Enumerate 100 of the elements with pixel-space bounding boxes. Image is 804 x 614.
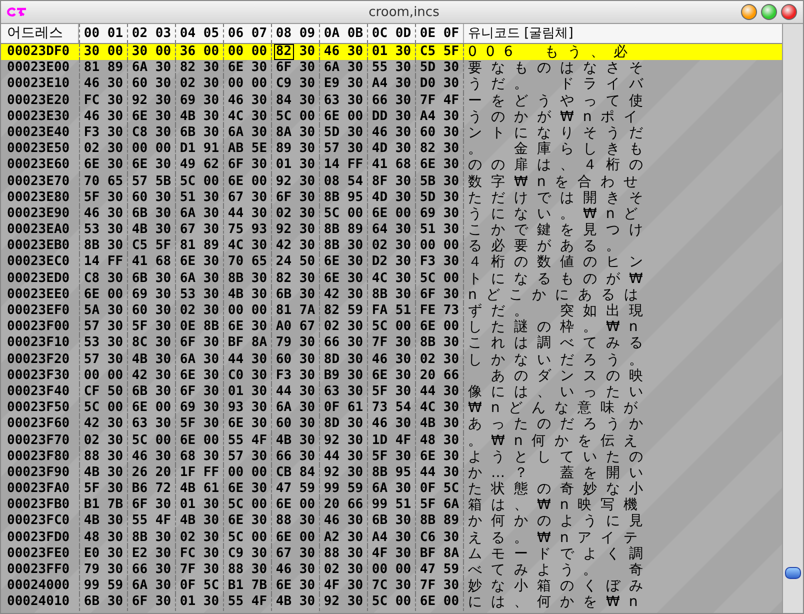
hex-cell[interactable]: 30 [130,45,149,59]
hex-cell[interactable]: 30 [394,546,412,561]
hex-row[interactable]: 00023E00 81 89 6A 30 82 30 6E 30 6F 30 6A 30 55 30 5D 30 要なものはなさそ [1,60,782,76]
hex-cell[interactable]: 0E [178,320,197,334]
hex-cell[interactable]: 30 [346,336,364,350]
hex-cell[interactable]: 30 [250,61,268,76]
hex-cell[interactable]: 46 [82,77,101,92]
hex-cell[interactable]: 55 [130,514,149,528]
hex-cell[interactable]: 30 [106,158,124,172]
hex-cell[interactable]: 46 [274,563,293,577]
hex-cell[interactable]: 4B [274,595,293,610]
hex-cell[interactable]: 99 [370,498,389,512]
hex-cell[interactable]: 30 [346,239,364,254]
hex-cell[interactable]: 6E [418,158,437,172]
hex-cell[interactable]: 30 [298,223,316,238]
hex-cell[interactable]: 00 [154,401,172,416]
hex-cell[interactable]: 4D [370,190,389,205]
hex-cell[interactable]: 6E [130,401,149,416]
hex-cell[interactable]: 46 [82,206,101,221]
hex-cell[interactable]: 46 [82,110,101,124]
hex-cell[interactable]: 30 [154,158,172,172]
hex-cell[interactable]: 30 [442,336,460,350]
hex-cell[interactable]: 30 [106,466,124,480]
hex-cell[interactable]: 30 [106,239,124,254]
hex-cell[interactable]: 48 [82,530,101,545]
hex-cell[interactable]: 4F [154,514,172,528]
hex-cell[interactable]: 5C [226,530,245,545]
hex-cell[interactable]: 4F [250,434,268,448]
hex-cell[interactable]: 46 [322,45,341,59]
hex-cell[interactable]: 30 [442,190,460,205]
hex-cell[interactable]: 30 [106,514,124,528]
hex-cell[interactable]: 30 [346,368,364,383]
hex-cell[interactable]: 57 [322,142,341,156]
hex-row[interactable]: 00023FB0 B1 7B 6F 30 01 30 5C 00 6E 00 20 66 99 51 5F 6A 箱は、₩n映写機 [1,497,782,514]
hex-cell[interactable]: 30 [202,546,220,561]
hex-cell[interactable]: 30 [154,77,172,92]
hex-cell[interactable]: 30 [250,401,268,416]
hex-cell[interactable]: 92 [274,223,293,238]
hex-cell[interactable]: A2 [322,530,341,545]
hex-cell[interactable]: 30 [394,223,412,238]
hex-cell[interactable]: 4B [178,514,197,528]
hex-row[interactable]: 00024000 99 59 6A 30 0F 5C B1 7B 6E 30 4F 30 7C 30 7F 30 妙な小箱のくぼみ [1,578,782,594]
hex-cell[interactable]: 30 [154,190,172,205]
hex-cell[interactable]: 4C [226,239,245,254]
hex-cell[interactable]: 70 [82,174,101,188]
hex-cell[interactable]: 30 [442,352,460,367]
hex-cell[interactable]: 30 [394,190,412,205]
hex-cell[interactable]: 30 [154,579,172,594]
hex-cell[interactable]: 7F [418,94,437,108]
hex-cell[interactable]: 75 [226,223,245,238]
hex-cell[interactable]: 30 [346,546,364,561]
hex-cell[interactable]: 5C [370,320,389,334]
hex-row[interactable]: 00023FA0 5F 30 B6 72 4B 61 6E 30 47 59 99 59 6A 30 0F 5C た状態の奇妙な小 [1,481,782,498]
hex-cell[interactable]: 24 [274,255,293,270]
hex-cell[interactable]: 6B [130,384,149,399]
hex-row[interactable]: 00023DF0 30 00 30 00 36 00 00 00 82 30 46 30 01 30 C5 5F 006 もう、必 [1,44,782,60]
hex-cell[interactable]: 6A [178,206,197,221]
hex-cell[interactable]: 30 [106,482,124,496]
hex-cell[interactable]: 5B [154,174,172,188]
hex-cell[interactable]: 30 [394,77,412,92]
hex-cell[interactable]: 30 [442,417,460,432]
hex-cell[interactable]: C5 [130,239,149,254]
hex-cell[interactable]: 30 [106,304,124,318]
hex-cell[interactable]: 30 [106,336,124,350]
hex-cell[interactable]: 84 [274,94,293,108]
hex-cell[interactable]: 63 [130,417,149,432]
hex-cell[interactable]: 46 [322,514,341,528]
hex-cell[interactable]: 30 [346,450,364,464]
hex-cell[interactable]: F3 [418,255,437,270]
hex-cell[interactable]: 5C [178,174,197,188]
hex-cell[interactable]: 6E [322,255,341,270]
hex-row[interactable]: 00023F00 57 30 5F 30 0E 8B 6E 30 A0 67 02 30 5C 00 6E 00 した謎の枠。₩n [1,319,782,336]
hex-cell[interactable]: 4F [322,579,341,594]
hex-cell[interactable]: 8B [82,239,101,254]
hex-row[interactable]: 00023FC0 4B 30 55 4F 4B 30 6E 30 88 30 46 30 6B 30 8B 89 か何かのように見 [1,513,782,530]
hex-cell[interactable]: E0 [82,546,101,561]
hex-cell[interactable]: 30 [442,384,460,399]
hex-cell[interactable]: 44 [274,384,293,399]
hex-cell[interactable]: 6E [274,530,293,545]
hex-cell[interactable]: 30 [298,94,316,108]
hex-cell[interactable]: 30 [250,94,268,108]
hex-cell[interactable]: 8B [418,336,437,350]
hex-cell[interactable]: 8C [130,336,149,350]
hex-cell[interactable]: 30 [154,288,172,302]
hex-cell[interactable]: 6A [178,272,197,286]
hex-cell[interactable]: 30 [154,94,172,108]
hex-cell[interactable]: D2 [370,255,389,270]
hex-cell[interactable]: 30 [298,563,316,577]
hex-cell[interactable]: 4B [178,482,197,496]
hex-cell[interactable]: 30 [346,595,364,610]
hex-cell[interactable]: 82 [418,142,437,156]
hex-cell[interactable]: 30 [250,239,268,254]
hex-cell[interactable]: 30 [346,94,364,108]
hex-cell[interactable]: 30 [442,174,460,188]
hex-cell[interactable]: E9 [322,77,341,92]
hex-cell[interactable]: 6A [178,352,197,367]
hex-cell[interactable]: 6E [274,498,293,512]
hex-cell[interactable]: 30 [442,110,460,124]
hex-cell[interactable]: 00 [154,142,172,156]
hex-cell[interactable]: 30 [106,434,124,448]
